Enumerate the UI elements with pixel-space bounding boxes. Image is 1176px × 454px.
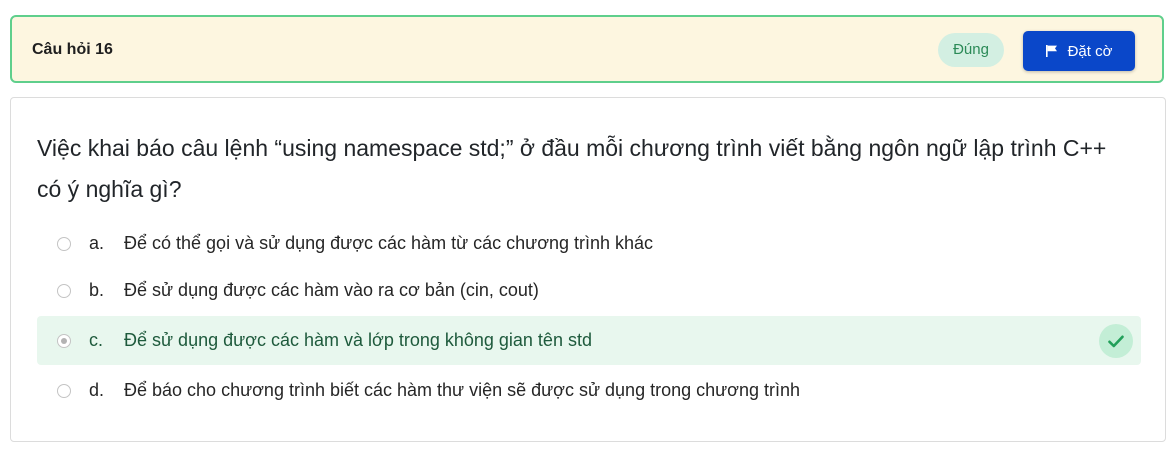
option-c-text: Để sử dụng được các hàm và lớp trong khô… — [124, 330, 592, 350]
question-text: Việc khai báo câu lệnh “using namespace … — [37, 135, 1107, 202]
flag-icon — [1045, 45, 1057, 57]
question-header: Câu hỏi 16 Đúng Đặt cờ — [10, 15, 1164, 83]
flag-button-label: Đặt cờ — [1067, 42, 1113, 60]
option-d-radio[interactable] — [57, 384, 71, 398]
option-a-text: Để có thể gọi và sử dụng được các hàm từ… — [124, 233, 654, 253]
option-b[interactable]: b. Để sử dụng được các hàm vào ra cơ bản… — [37, 266, 1141, 315]
correct-check-icon — [1099, 324, 1133, 358]
option-c[interactable]: c. Để sử dụng được các hàm và lớp trong … — [37, 316, 1141, 365]
option-b-radio[interactable] — [57, 284, 71, 298]
option-c-radio[interactable] — [57, 334, 71, 348]
question-number: Câu hỏi 16 — [32, 41, 113, 58]
option-d-text: Để báo cho chương trình biết các hàm thư… — [124, 380, 801, 400]
flag-button[interactable]: Đặt cờ — [1023, 31, 1135, 71]
option-a-radio[interactable] — [57, 237, 71, 251]
option-d-letter: d. — [89, 380, 105, 400]
option-c-letter: c. — [89, 330, 104, 350]
question-card: Việc khai báo câu lệnh “using namespace … — [10, 97, 1166, 442]
option-d[interactable]: d. Để báo cho chương trình biết các hàm … — [37, 366, 1141, 415]
status-badge: Đúng — [938, 33, 1004, 67]
option-a[interactable]: a. Để có thể gọi và sử dụng được các hàm… — [37, 219, 1141, 268]
option-a-letter: a. — [89, 233, 105, 253]
option-b-letter: b. — [89, 280, 105, 300]
option-b-text: Để sử dụng được các hàm vào ra cơ bản (c… — [124, 280, 539, 300]
